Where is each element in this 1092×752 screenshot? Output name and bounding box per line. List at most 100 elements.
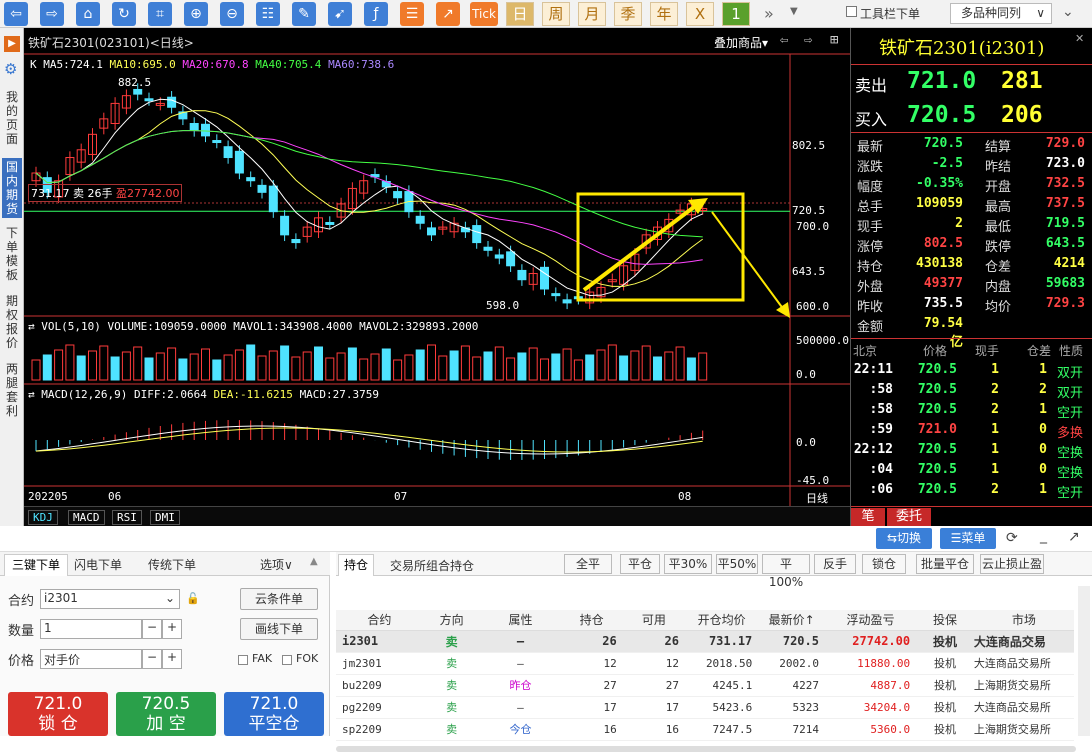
zoom-in-icon[interactable]: ⊕ <box>184 2 208 26</box>
formula-icon[interactable]: ƒ <box>364 2 388 26</box>
home-icon[interactable]: ⌂ <box>76 2 100 26</box>
cloud-condition-button[interactable]: 云条件单 <box>240 588 318 610</box>
chart-prev-icon[interactable]: ⇦ <box>780 32 788 48</box>
multi-variety-select[interactable]: 多品种同列 ∨ <box>950 3 1052 24</box>
position-row[interactable]: sp2209 卖 今仓 16 16 7247.5 7214 5360.0 投机 … <box>336 718 1074 741</box>
more-icon[interactable]: » <box>764 4 774 23</box>
settings-list-icon[interactable]: ☷ <box>256 2 280 26</box>
nav-my-page[interactable]: 我的页面 <box>2 90 22 146</box>
chart-icon[interactable]: ↗ <box>436 2 460 26</box>
positions-header-cell[interactable]: 合约 <box>336 610 423 631</box>
qty-input[interactable]: 1 <box>40 619 142 639</box>
toolbar-order-checkbox[interactable] <box>846 6 857 17</box>
positions-header-cell[interactable]: 开仓均价 <box>684 610 759 631</box>
refresh-icon[interactable]: ↻ <box>112 2 136 26</box>
position-action-button[interactable]: 批量平仓 <box>916 554 974 574</box>
tab-dmi[interactable]: DMI <box>150 510 180 525</box>
period-quarter-button[interactable]: 季 <box>614 2 642 26</box>
gear-icon[interactable]: ⚙ <box>4 60 17 78</box>
positions-header-cell[interactable]: 投保 <box>916 610 974 631</box>
menu-button[interactable]: ☰菜单 <box>940 528 996 549</box>
forward-arrow-icon[interactable]: ⇨ <box>40 2 64 26</box>
position-action-button[interactable]: 云止损止盈 <box>980 554 1044 574</box>
position-marker[interactable]: 731.17 卖 26手 盈27742.00 <box>28 184 183 202</box>
switch-button[interactable]: ⇆切换 <box>876 528 932 549</box>
position-row[interactable]: i2301 卖 — 26 26 731.17 720.5 27742.00 投机… <box>336 630 1074 653</box>
contract-select[interactable]: i2301 ⌄ <box>40 589 180 609</box>
close-panel-icon[interactable]: ✕ <box>1075 32 1084 45</box>
tab-three-key-order[interactable]: 三键下单 <box>4 554 68 576</box>
collapse-up-icon[interactable]: ▲ <box>310 556 318 567</box>
collapse-icon[interactable]: ⌄ <box>1062 4 1074 20</box>
zoom-out-icon[interactable]: ⊖ <box>220 2 244 26</box>
chart-canvas[interactable] <box>24 28 850 526</box>
position-action-button[interactable]: 锁仓 <box>862 554 906 574</box>
back-arrow-icon[interactable]: ⇦ <box>4 2 28 26</box>
tab-classic-order[interactable]: 传统下单 <box>148 556 196 573</box>
draw-tool-icon[interactable]: ➹ <box>328 2 352 26</box>
nav-option-quote[interactable]: 期权报价 <box>2 294 22 350</box>
tab-positions[interactable]: 持仓 <box>338 554 374 576</box>
period-1-button[interactable]: 1 <box>722 2 750 26</box>
options-dropdown[interactable]: 选项∨ <box>260 556 293 573</box>
tab-kdj[interactable]: KDJ <box>28 510 58 525</box>
lock-icon[interactable]: 🔓 <box>186 592 200 605</box>
minimize-icon[interactable]: _ <box>1040 528 1047 544</box>
fok-checkbox[interactable] <box>282 655 292 665</box>
lock-position-button[interactable]: 721.0 锁 仓 <box>8 692 108 736</box>
position-row[interactable]: bu2209 卖 昨仓 27 27 4245.1 4227 4887.0 投机 … <box>336 674 1074 697</box>
price-input[interactable]: 对手价 <box>40 649 142 669</box>
nav-domestic-futures[interactable]: 国内期货 <box>2 158 22 218</box>
tab-orders[interactable]: 委托 <box>887 508 931 526</box>
add-short-button[interactable]: 720.5 加 空 <box>116 692 216 736</box>
dropdown-icon[interactable]: ▼ <box>790 6 798 17</box>
tab-exchange-combo[interactable]: 交易所组合持仓 <box>390 557 474 574</box>
position-action-button[interactable]: 反手 <box>814 554 856 574</box>
positions-header-cell[interactable]: 持仓 <box>560 610 623 631</box>
pencil-icon[interactable]: ✎ <box>292 2 316 26</box>
refresh-icon[interactable]: ⟳ <box>1006 530 1018 546</box>
position-action-button[interactable]: 平100% <box>762 554 810 589</box>
chart-next-icon[interactable]: ⇨ <box>804 32 812 48</box>
tick-button[interactable]: Tick <box>470 2 498 26</box>
popout-icon[interactable]: ↗ <box>1068 529 1080 545</box>
period-year-button[interactable]: 年 <box>650 2 678 26</box>
tab-macd[interactable]: MACD <box>68 510 105 525</box>
nav-order-template[interactable]: 下单模板 <box>2 226 22 282</box>
crop-icon[interactable]: ⌗ <box>148 2 172 26</box>
period-day-button[interactable]: 日 <box>506 2 534 26</box>
fak-checkbox[interactable] <box>238 655 248 665</box>
overlay-button[interactable]: 叠加商品▾ <box>714 34 768 51</box>
close-short-button[interactable]: 721.0 平空仓 <box>224 692 324 736</box>
positions-header-cell[interactable]: 方向 <box>422 610 481 631</box>
nav-arbitrage[interactable]: 两腿套利 <box>2 362 22 418</box>
vertical-scrollbar[interactable] <box>1078 586 1090 736</box>
line-order-button[interactable]: 画线下单 <box>240 618 318 640</box>
tab-trades[interactable]: 笔 <box>851 508 885 526</box>
positions-header-cell[interactable]: 最新价↑ <box>758 610 825 631</box>
qty-plus-button[interactable]: + <box>162 619 182 639</box>
position-action-button[interactable]: 平30% <box>664 554 712 574</box>
tab-rsi[interactable]: RSI <box>112 510 142 525</box>
period-week-button[interactable]: 周 <box>542 2 570 26</box>
buy-price[interactable]: 720.5 <box>907 102 976 128</box>
price-plus-button[interactable]: + <box>162 649 182 669</box>
period-x-button[interactable]: X <box>686 2 714 26</box>
price-minus-button[interactable]: − <box>142 649 162 669</box>
position-row[interactable]: pg2209 卖 — 17 17 5423.6 5323 34204.0 投机 … <box>336 696 1074 719</box>
positions-header-cell[interactable]: 浮动盈亏 <box>824 610 917 631</box>
qty-minus-button[interactable]: − <box>142 619 162 639</box>
list-icon[interactable]: ☰ <box>400 2 424 26</box>
positions-header-cell[interactable]: 可用 <box>622 610 685 631</box>
expand-icon[interactable]: ▶ <box>4 36 20 52</box>
position-row[interactable]: jm2301 卖 — 12 12 2018.50 2002.0 11880.00… <box>336 652 1074 675</box>
chart-layout-icon[interactable]: ⊞ <box>830 32 838 48</box>
kline-chart[interactable]: 铁矿石2301(023101)<日线> 叠加商品▾ ⇦ ⇨ ⊞ K MA5:72… <box>24 28 850 526</box>
tab-flash-order[interactable]: 闪电下单 <box>74 556 122 573</box>
positions-header-cell[interactable]: 属性 <box>480 610 561 631</box>
position-action-button[interactable]: 平仓 <box>620 554 660 574</box>
positions-header-cell[interactable]: 市场 <box>973 610 1074 631</box>
position-action-button[interactable]: 平50% <box>716 554 758 574</box>
period-month-button[interactable]: 月 <box>578 2 606 26</box>
sell-price[interactable]: 721.0 <box>907 68 976 94</box>
